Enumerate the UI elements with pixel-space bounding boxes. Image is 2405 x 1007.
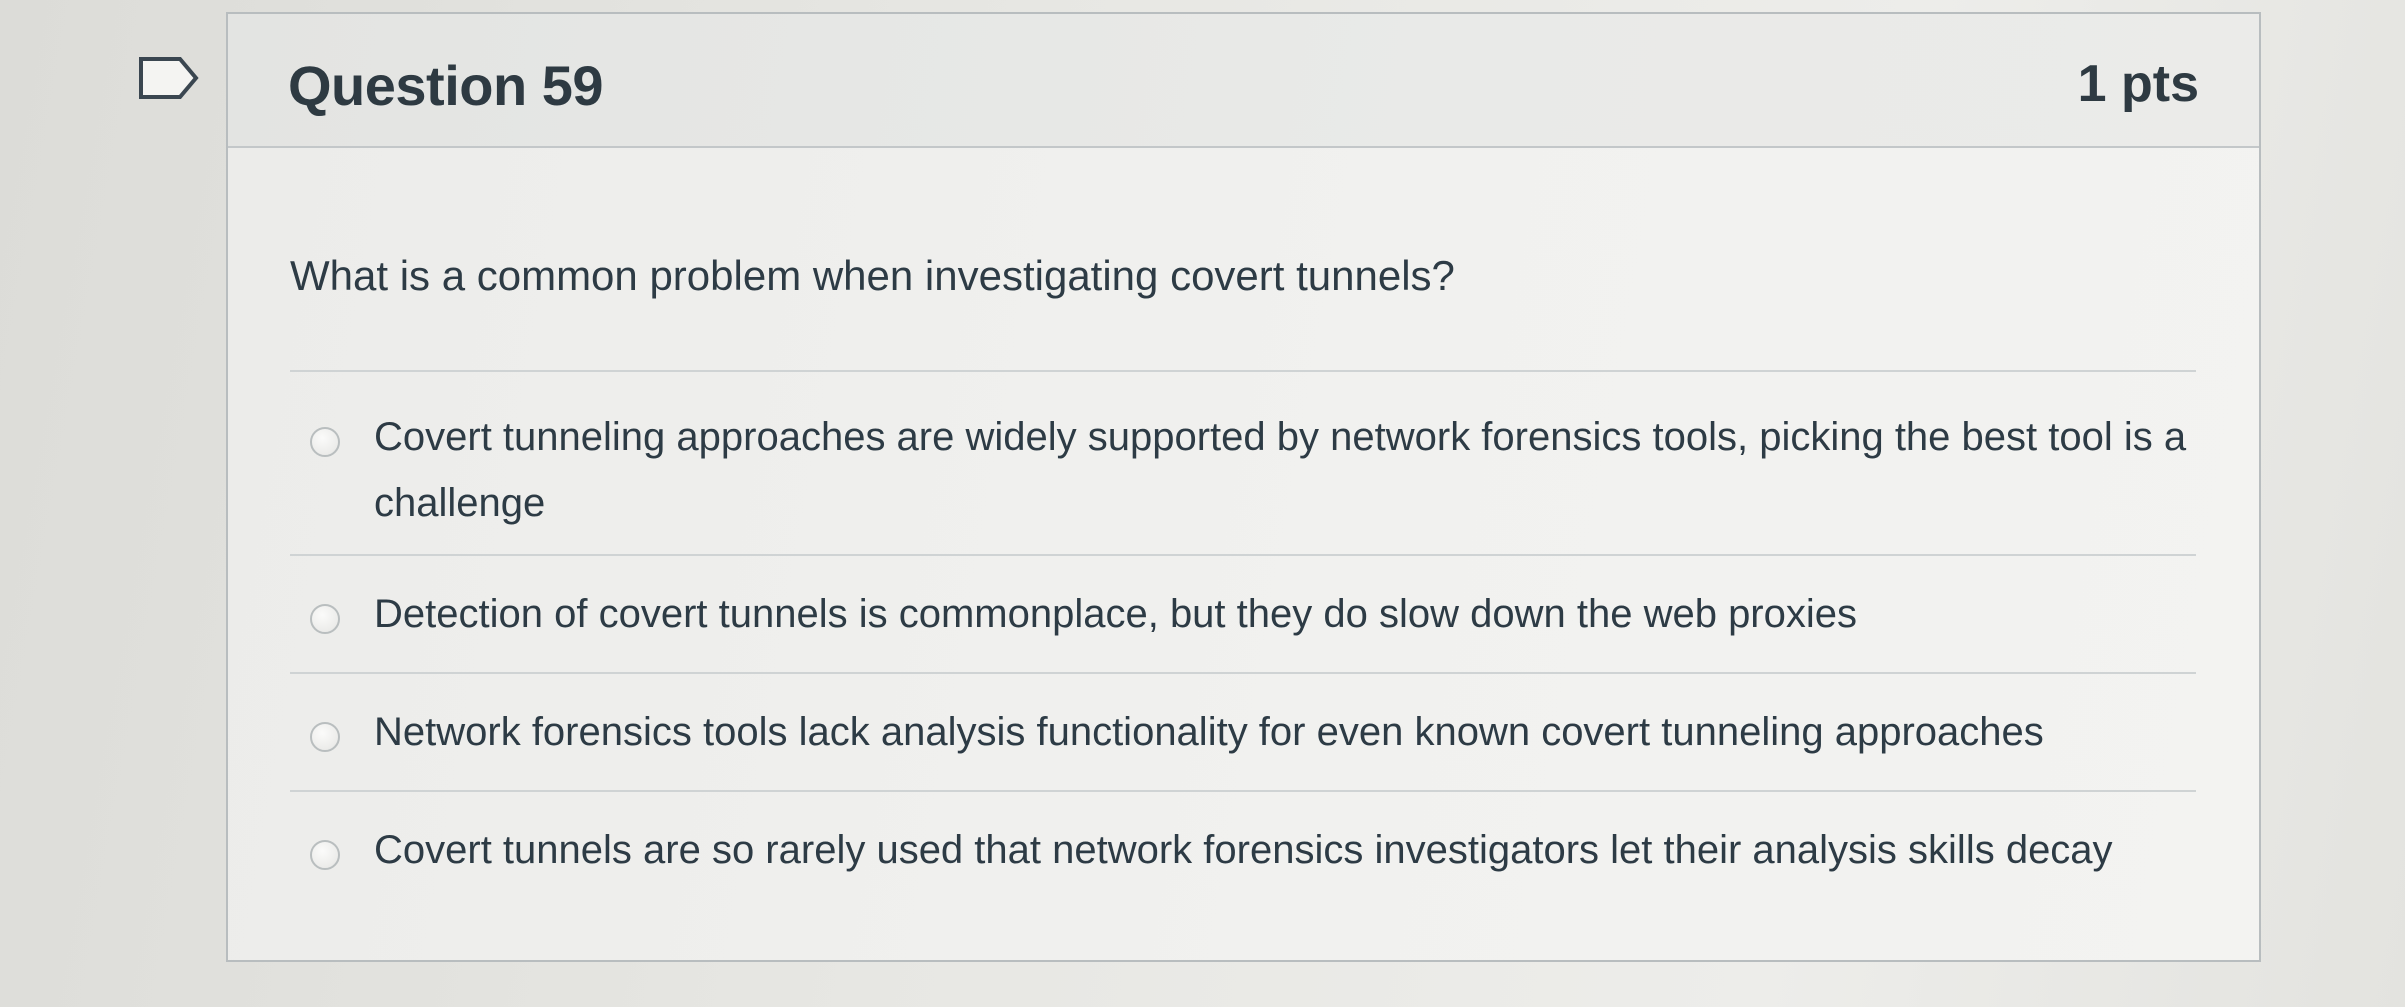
answer-option-2[interactable]: Detection of covert tunnels is commonpla…	[290, 556, 2196, 672]
answer-label[interactable]: Covert tunnels are so rarely used that n…	[374, 817, 2196, 883]
answer-option-1[interactable]: Covert tunneling approaches are widely s…	[290, 372, 2196, 554]
answer-label[interactable]: Detection of covert tunnels is commonpla…	[374, 581, 2196, 647]
radio-unchecked-icon[interactable]	[310, 427, 340, 457]
answer-option-4[interactable]: Covert tunnels are so rarely used that n…	[290, 792, 2196, 912]
answer-label[interactable]: Covert tunneling approaches are widely s…	[374, 404, 2196, 536]
question-title: Question 59	[288, 54, 604, 117]
bookmark-flag-icon[interactable]	[138, 56, 200, 100]
question-header: Question 59 1 pts	[228, 14, 2259, 148]
question-text: What is a common problem when investigat…	[290, 252, 1455, 299]
answer-label[interactable]: Network forensics tools lack analysis fu…	[374, 699, 2196, 765]
radio-unchecked-icon[interactable]	[310, 604, 340, 634]
answer-list: Covert tunneling approaches are widely s…	[290, 370, 2196, 912]
answer-option-3[interactable]: Network forensics tools lack analysis fu…	[290, 674, 2196, 790]
question-card: Question 59 1 pts What is a common probl…	[226, 12, 2261, 962]
radio-unchecked-icon[interactable]	[310, 840, 340, 870]
question-points: 1 pts	[2077, 55, 2199, 113]
radio-unchecked-icon[interactable]	[310, 722, 340, 752]
